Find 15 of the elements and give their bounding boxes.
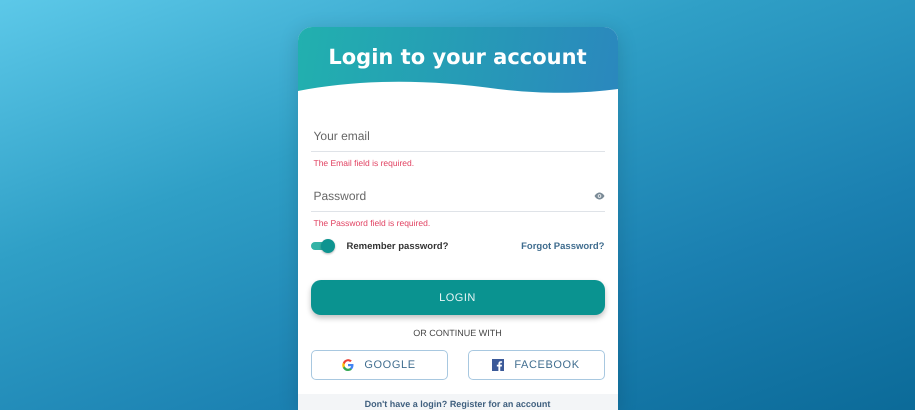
eye-icon[interactable] bbox=[594, 192, 604, 200]
toggle-label: Remember password? bbox=[346, 240, 450, 252]
facebook-icon bbox=[492, 359, 504, 371]
card-title: Login to your account bbox=[328, 44, 587, 70]
remember-toggle[interactable] bbox=[310, 242, 334, 250]
error-message: The Password field is required. bbox=[312, 218, 432, 228]
register-link[interactable]: Register for an account bbox=[450, 399, 550, 409]
divider-text: OR CONTINUE WITH bbox=[412, 328, 503, 338]
google-button[interactable]: GOOGLE bbox=[310, 350, 448, 380]
forgot-password-link[interactable]: Forgot Password? bbox=[521, 240, 604, 252]
error-message: The Email field is required. bbox=[312, 158, 416, 168]
register-prompt: Don't have a login? Register for an account bbox=[364, 399, 550, 409]
google-icon bbox=[342, 359, 354, 371]
facebook-button[interactable]: FACEBOOK bbox=[468, 350, 604, 380]
login-button[interactable]: LOGIN bbox=[310, 280, 604, 315]
